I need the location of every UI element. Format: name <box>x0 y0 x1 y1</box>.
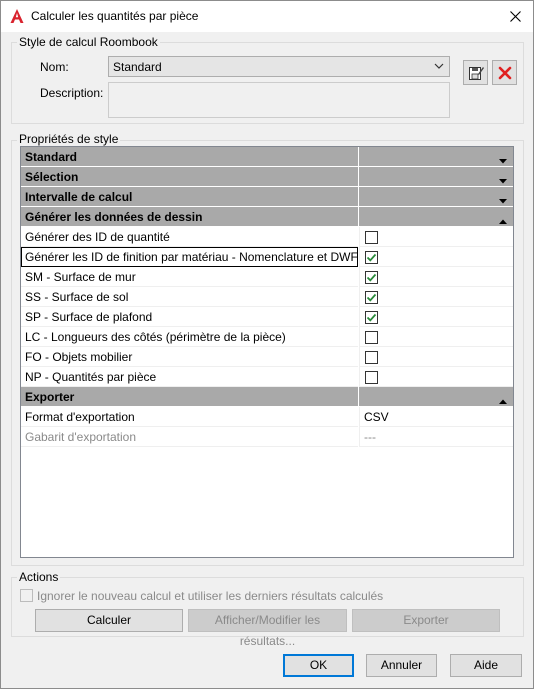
property-label: Gabarit d'exportation <box>21 427 358 447</box>
property-checkbox[interactable] <box>365 271 378 284</box>
category-label: Intervalle de calcul <box>21 187 358 206</box>
view-modify-results-button[interactable]: Afficher/Modifier les résultats... <box>188 609 347 648</box>
save-edit-icon <box>468 66 484 80</box>
property-row[interactable]: Générer des ID de quantité <box>21 227 513 247</box>
actions-group-label: Actions <box>17 570 61 584</box>
property-label: SM - Surface de mur <box>21 267 358 287</box>
description-field[interactable] <box>108 82 450 118</box>
properties-group-label: Propriétés de style <box>17 132 121 146</box>
property-value: --- <box>359 427 513 447</box>
property-row[interactable]: FO - Objets mobilier <box>21 347 513 367</box>
dialog: Calculer les quantités par pièce Style d… <box>0 0 534 689</box>
property-row[interactable]: SP - Surface de plafond <box>21 307 513 327</box>
collapse-down-icon <box>499 153 507 167</box>
expand-up-icon <box>499 393 507 407</box>
checkmark-icon <box>366 313 377 322</box>
property-grid: Standard Sélection Intervalle de calcul <box>20 146 514 558</box>
property-row[interactable]: NP - Quantités par pièce <box>21 367 513 387</box>
autocad-logo-icon <box>9 8 25 24</box>
category-label: Exporter <box>21 387 358 406</box>
category-export[interactable]: Exporter <box>21 387 513 407</box>
name-label: Nom: <box>40 60 69 74</box>
delete-style-button[interactable] <box>492 60 517 85</box>
title-bar: Calculer les quantités par pièce <box>1 1 533 32</box>
property-label: NP - Quantités par pièce <box>21 367 358 387</box>
property-value[interactable]: CSV <box>359 407 513 427</box>
ignore-checkbox[interactable] <box>20 589 33 602</box>
property-label: SP - Surface de plafond <box>21 307 358 327</box>
property-label: Générer des ID de quantité <box>21 227 358 247</box>
property-checkbox[interactable] <box>365 351 378 364</box>
property-row[interactable]: LC - Longueurs des côtés (périmètre de l… <box>21 327 513 347</box>
calculate-button[interactable]: Calculer <box>35 609 183 632</box>
checkmark-icon <box>366 253 377 262</box>
checkmark-icon <box>366 293 377 302</box>
export-button[interactable]: Exporter <box>352 609 500 632</box>
expand-up-icon <box>499 213 507 227</box>
category-label: Sélection <box>21 167 358 186</box>
chevron-down-icon <box>434 60 444 74</box>
property-checkbox[interactable] <box>365 251 378 264</box>
property-checkbox[interactable] <box>365 371 378 384</box>
property-label: Format d'exportation <box>21 407 358 427</box>
window-title: Calculer les quantités par pièce <box>31 9 199 23</box>
property-checkbox[interactable] <box>365 331 378 344</box>
property-row[interactable]: Générer les ID de finition par matériau … <box>21 247 513 267</box>
property-label: LC - Longueurs des côtés (périmètre de l… <box>21 327 358 347</box>
name-select[interactable]: Standard <box>108 56 450 77</box>
property-row[interactable]: SS - Surface de sol <box>21 287 513 307</box>
style-group-label: Style de calcul Roombook <box>17 35 160 49</box>
description-label: Description: <box>40 86 104 100</box>
close-button[interactable] <box>497 1 533 32</box>
property-checkbox[interactable] <box>365 291 378 304</box>
cancel-button[interactable]: Annuler <box>366 654 437 677</box>
name-select-value: Standard <box>113 60 162 74</box>
category-selection[interactable]: Sélection <box>21 167 513 187</box>
ignore-label: Ignorer le nouveau calcul et utiliser le… <box>37 589 384 603</box>
property-label: FO - Objets mobilier <box>21 347 358 367</box>
checkmark-icon <box>366 273 377 282</box>
collapse-down-icon <box>499 193 507 207</box>
ok-button[interactable]: OK <box>283 654 354 677</box>
category-label: Standard <box>21 147 358 166</box>
property-row[interactable]: SM - Surface de mur <box>21 267 513 287</box>
delete-icon <box>498 66 511 79</box>
property-checkbox[interactable] <box>365 231 378 244</box>
category-drawing-data[interactable]: Générer les données de dessin <box>21 207 513 227</box>
property-row[interactable]: Format d'exportation CSV <box>21 407 513 427</box>
save-style-button[interactable] <box>463 60 488 85</box>
help-button[interactable]: Aide <box>450 654 522 677</box>
property-label: Générer les ID de finition par matériau … <box>21 247 358 267</box>
category-interval[interactable]: Intervalle de calcul <box>21 187 513 207</box>
close-icon <box>509 11 521 22</box>
property-row: Gabarit d'exportation --- <box>21 427 513 447</box>
category-standard[interactable]: Standard <box>21 147 513 167</box>
collapse-down-icon <box>499 173 507 187</box>
property-label: SS - Surface de sol <box>21 287 358 307</box>
property-checkbox[interactable] <box>365 311 378 324</box>
category-label: Générer les données de dessin <box>21 207 358 226</box>
